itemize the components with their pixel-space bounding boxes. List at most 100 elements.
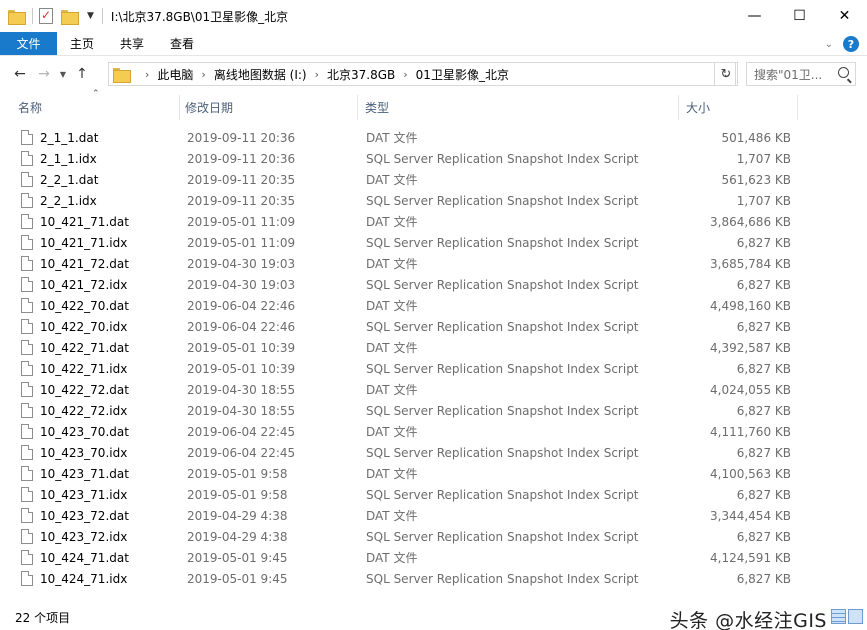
file-type: SQL Server Replication Snapshot Index Sc… bbox=[366, 235, 639, 250]
breadcrumb-separator-icon[interactable]: › bbox=[145, 68, 149, 81]
file-name-cell: 10_423_72.dat bbox=[21, 505, 129, 526]
file-row[interactable]: 10_422_71.idx 2019-05-01 10:39 SQL Server … bbox=[17, 358, 797, 379]
details-view-icon[interactable] bbox=[831, 609, 846, 624]
new-folder-icon[interactable] bbox=[61, 9, 79, 25]
file-size: 561,623 KB bbox=[721, 172, 791, 187]
folder-icon bbox=[8, 9, 26, 25]
maximize-button[interactable]: ☐ bbox=[777, 0, 822, 32]
customize-toolbar-chevron-icon[interactable]: ▼ bbox=[87, 11, 94, 21]
file-name-cell: 10_424_71.dat bbox=[21, 547, 129, 568]
tab-view[interactable]: 查看 bbox=[157, 32, 207, 55]
file-name: 10_422_71.idx bbox=[40, 361, 128, 376]
document-icon bbox=[21, 340, 33, 355]
tab-file[interactable]: 文件 bbox=[0, 32, 57, 55]
address-bar[interactable]: › 此电脑 › 离线地图数据 (I:) › 北京37.8GB › 01卫星影像_… bbox=[108, 62, 736, 86]
expand-ribbon-chevron-icon[interactable]: ⌄ bbox=[825, 39, 833, 50]
file-size: 3,864,686 KB bbox=[710, 214, 791, 229]
breadcrumb-this-pc[interactable]: 此电脑 bbox=[157, 66, 193, 83]
document-icon bbox=[21, 193, 33, 208]
file-type: SQL Server Replication Snapshot Index Sc… bbox=[366, 319, 639, 334]
file-row[interactable]: 10_423_71.idx 2019-05-01 9:58 SQL Server R… bbox=[17, 484, 797, 505]
file-date: 2019-09-11 20:36 bbox=[187, 151, 296, 166]
tab-home[interactable]: 主页 bbox=[57, 32, 107, 55]
file-name: 10_422_71.dat bbox=[40, 340, 129, 355]
file-row[interactable]: 10_421_72.idx 2019-04-30 19:03 SQL Server … bbox=[17, 274, 797, 295]
file-size: 3,344,454 KB bbox=[710, 508, 791, 523]
breadcrumb-separator-icon[interactable]: › bbox=[315, 68, 319, 81]
file-name-cell: 10_421_72.dat bbox=[21, 253, 129, 274]
breadcrumb-separator-icon[interactable]: › bbox=[201, 68, 205, 81]
back-button[interactable]: ← bbox=[8, 62, 32, 86]
file-row[interactable]: 10_421_71.idx 2019-05-01 11:09 SQL Server … bbox=[17, 232, 797, 253]
column-name[interactable]: 名称 bbox=[15, 95, 180, 120]
file-size: 4,100,563 KB bbox=[710, 466, 791, 481]
file-name-cell: 2_2_1.dat bbox=[21, 169, 98, 190]
file-name: 10_422_72.idx bbox=[40, 403, 128, 418]
file-row[interactable]: 10_422_72.idx 2019-04-30 18:55 SQL Server … bbox=[17, 400, 797, 421]
file-row[interactable]: 10_423_70.idx 2019-06-04 22:45 SQL Server … bbox=[17, 442, 797, 463]
file-row[interactable]: 10_423_72.dat 2019-04-29 4:38 DAT 文件 3,344,… bbox=[17, 505, 797, 526]
title-bar: ▼ I:\北京37.8GB\01卫星影像_北京 — ☐ ✕ bbox=[0, 0, 867, 32]
forward-button[interactable]: → bbox=[32, 62, 56, 86]
file-name: 10_422_70.idx bbox=[40, 319, 128, 334]
file-name: 10_423_70.dat bbox=[40, 424, 129, 439]
file-type: SQL Server Replication Snapshot Index Sc… bbox=[366, 529, 639, 544]
document-icon bbox=[21, 571, 33, 586]
file-row[interactable]: 10_422_70.idx 2019-06-04 22:46 SQL Server … bbox=[17, 316, 797, 337]
file-row[interactable]: 10_423_71.dat 2019-05-01 9:58 DAT 文件 4,100,… bbox=[17, 463, 797, 484]
file-row[interactable]: 10_423_70.dat 2019-06-04 22:45 DAT 文件 4,111… bbox=[17, 421, 797, 442]
file-row[interactable]: 10_422_72.dat 2019-04-30 18:55 DAT 文件 4,024… bbox=[17, 379, 797, 400]
file-size: 6,827 KB bbox=[736, 487, 791, 502]
file-row[interactable]: 10_424_71.dat 2019-05-01 9:45 DAT 文件 4,124,… bbox=[17, 547, 797, 568]
column-type[interactable]: 类型 bbox=[362, 95, 679, 120]
file-row[interactable]: 2_2_1.dat 2019-09-11 20:35 DAT 文件 561,623 K… bbox=[17, 169, 797, 190]
file-type: SQL Server Replication Snapshot Index Sc… bbox=[366, 151, 639, 166]
file-row[interactable]: 10_423_72.idx 2019-04-29 4:38 SQL Server R… bbox=[17, 526, 797, 547]
file-date: 2019-04-30 18:55 bbox=[187, 403, 296, 418]
file-row[interactable]: 10_421_71.dat 2019-05-01 11:09 DAT 文件 3,864… bbox=[17, 211, 797, 232]
arrow-left-icon: ← bbox=[14, 66, 26, 82]
breadcrumb-separator-icon[interactable]: › bbox=[403, 68, 407, 81]
up-button[interactable]: ↑ bbox=[70, 62, 94, 86]
file-row[interactable]: 2_1_1.dat 2019-09-11 20:36 DAT 文件 501,486 K… bbox=[17, 127, 797, 148]
file-size: 6,827 KB bbox=[736, 361, 791, 376]
minimize-button[interactable]: — bbox=[732, 0, 777, 32]
document-icon bbox=[21, 172, 33, 187]
file-row[interactable]: 10_421_72.dat 2019-04-30 19:03 DAT 文件 3,685… bbox=[17, 253, 797, 274]
file-row[interactable]: 10_424_71.idx 2019-05-01 9:45 SQL Server R… bbox=[17, 568, 797, 589]
file-name-cell: 10_423_71.dat bbox=[21, 463, 129, 484]
file-name: 10_421_72.idx bbox=[40, 277, 128, 292]
file-size: 6,827 KB bbox=[736, 319, 791, 334]
toolbar-divider bbox=[32, 8, 33, 24]
file-type: SQL Server Replication Snapshot Index Sc… bbox=[366, 571, 639, 586]
file-row[interactable]: 2_2_1.idx 2019-09-11 20:35 SQL Server Repl… bbox=[17, 190, 797, 211]
refresh-button[interactable]: ↻ bbox=[714, 62, 738, 86]
breadcrumb-drive[interactable]: 离线地图数据 (I:) bbox=[214, 66, 307, 83]
recent-locations-chevron-icon[interactable]: ▼ bbox=[56, 62, 70, 86]
properties-icon[interactable] bbox=[39, 8, 53, 24]
large-icons-view-icon[interactable] bbox=[848, 609, 863, 624]
file-row[interactable]: 10_422_70.dat 2019-06-04 22:46 DAT 文件 4,498… bbox=[17, 295, 797, 316]
file-row[interactable]: 10_422_71.dat 2019-05-01 10:39 DAT 文件 4,392… bbox=[17, 337, 797, 358]
file-date: 2019-04-29 4:38 bbox=[187, 508, 288, 523]
file-row[interactable]: 2_1_1.idx 2019-09-11 20:36 SQL Server Repl… bbox=[17, 148, 797, 169]
close-button[interactable]: ✕ bbox=[822, 0, 867, 32]
column-date-modified[interactable]: 修改日期 bbox=[182, 95, 358, 120]
file-name-cell: 10_422_70.idx bbox=[21, 316, 127, 337]
file-size: 6,827 KB bbox=[736, 235, 791, 250]
breadcrumb-folder[interactable]: 北京37.8GB bbox=[327, 66, 395, 83]
breadcrumb-current-folder[interactable]: 01卫星影像_北京 bbox=[416, 66, 509, 83]
view-switcher bbox=[831, 609, 863, 624]
file-name-cell: 10_421_71.dat bbox=[21, 211, 129, 232]
file-name: 10_422_70.dat bbox=[40, 298, 129, 313]
file-type: SQL Server Replication Snapshot Index Sc… bbox=[366, 193, 639, 208]
help-icon[interactable]: ? bbox=[843, 36, 859, 52]
refresh-icon: ↻ bbox=[720, 66, 732, 82]
search-input[interactable]: 搜索"01卫... bbox=[746, 62, 856, 86]
tab-share[interactable]: 共享 bbox=[107, 32, 157, 55]
file-date: 2019-04-30 19:03 bbox=[187, 256, 296, 271]
column-header: ⌃ 名称 修改日期 类型 大小 bbox=[0, 89, 867, 120]
document-icon bbox=[21, 277, 33, 292]
file-type: DAT 文件 bbox=[366, 257, 418, 271]
column-size[interactable]: 大小 bbox=[683, 95, 798, 120]
